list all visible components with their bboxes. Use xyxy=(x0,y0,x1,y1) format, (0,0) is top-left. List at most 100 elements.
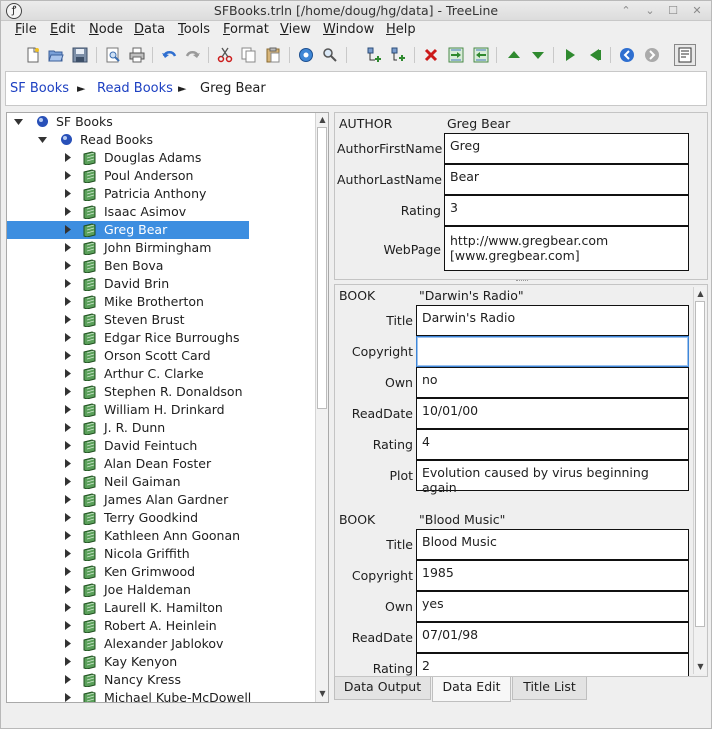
next-sibling-icon[interactable] xyxy=(560,45,580,65)
tree-node-author[interactable]: Arthur C. Clarke xyxy=(7,365,312,383)
expand-arrow-icon[interactable] xyxy=(63,495,72,504)
new-file-icon[interactable] xyxy=(23,45,43,65)
paste-icon[interactable] xyxy=(263,45,283,65)
tree-node-author[interactable]: Isaac Asimov xyxy=(7,203,312,221)
maximize-button[interactable]: ☐ xyxy=(665,3,681,19)
tree-node-author[interactable]: Terry Goodkind xyxy=(7,509,312,527)
print-preview-icon[interactable] xyxy=(103,45,123,65)
scroll-up-arrow-icon[interactable]: ▲ xyxy=(696,289,705,298)
books-scrollbar[interactable]: ▲ ▼ xyxy=(693,287,706,674)
webpage-field[interactable]: http://www.gregbear.com [www.gregbear.co… xyxy=(444,226,689,271)
book-readdate-field[interactable]: 07/01/98 xyxy=(416,622,689,653)
undo-icon[interactable] xyxy=(159,45,179,65)
menu-data[interactable]: Data xyxy=(134,22,165,37)
tree-node-author[interactable]: Ken Grimwood xyxy=(7,563,312,581)
book-readdate-field[interactable]: 10/01/00 xyxy=(416,398,689,429)
book-rating-field[interactable]: 4 xyxy=(416,429,689,460)
book-copyright-field[interactable] xyxy=(416,336,689,367)
settings-icon[interactable] xyxy=(296,45,316,65)
delete-icon[interactable] xyxy=(421,45,441,65)
expand-arrow-icon[interactable] xyxy=(63,621,72,630)
tree-node-author[interactable]: Kathleen Ann Goonan xyxy=(7,527,312,545)
tree-node-author[interactable]: Joe Haldeman xyxy=(7,581,312,599)
tree-node-author[interactable]: Alan Dean Foster xyxy=(7,455,312,473)
tree-node-author[interactable]: Stephen R. Donaldson xyxy=(7,383,312,401)
book-copyright-field[interactable]: 1985 xyxy=(416,560,689,591)
tree-node-author[interactable]: Kay Kenyon xyxy=(7,653,312,671)
forward-icon[interactable] xyxy=(617,45,637,65)
tree-node-author[interactable]: Neil Gaiman xyxy=(7,473,312,491)
move-down-icon[interactable] xyxy=(528,45,548,65)
print-icon[interactable] xyxy=(127,45,147,65)
menu-edit[interactable]: Edit xyxy=(50,22,75,37)
tree-node-author[interactable]: Laurell K. Hamilton xyxy=(7,599,312,617)
menu-tools[interactable]: Tools xyxy=(178,22,210,37)
menu-window[interactable]: Window xyxy=(323,22,374,37)
menu-format[interactable]: Format xyxy=(223,22,269,37)
books-scroll-thumb[interactable] xyxy=(695,301,705,627)
expand-arrow-icon[interactable] xyxy=(63,459,72,468)
expand-arrow-icon[interactable] xyxy=(63,477,72,486)
tree-node-author[interactable]: Michael Kube-McDowell xyxy=(7,689,312,702)
add-child-icon[interactable] xyxy=(365,45,385,65)
expand-arrow-icon[interactable] xyxy=(63,531,72,540)
tree-node-author[interactable]: James Alan Gardner xyxy=(7,491,312,509)
expand-arrow-icon[interactable] xyxy=(63,225,72,234)
expand-arrow-icon[interactable] xyxy=(63,333,72,342)
menu-view[interactable]: View xyxy=(280,22,311,37)
menu-help[interactable]: Help xyxy=(386,22,416,37)
book-title-field[interactable]: Blood Music xyxy=(416,529,689,560)
scroll-up-arrow-icon[interactable]: ▲ xyxy=(318,115,327,124)
authorfirstname-field[interactable]: Greg xyxy=(444,133,689,164)
expand-arrow-icon[interactable] xyxy=(63,639,72,648)
save-icon[interactable] xyxy=(70,45,90,65)
expand-arrow-icon[interactable] xyxy=(63,387,72,396)
back-icon[interactable] xyxy=(642,45,662,65)
unindent-icon[interactable] xyxy=(471,45,491,65)
find-icon[interactable] xyxy=(320,45,340,65)
expand-arrow-icon[interactable] xyxy=(63,315,72,324)
book-own-field[interactable]: no xyxy=(416,367,689,398)
expand-arrow-icon[interactable] xyxy=(63,585,72,594)
tree-node-author[interactable]: Greg Bear xyxy=(7,221,312,239)
tree-node-author[interactable]: William H. Drinkard xyxy=(7,401,312,419)
insert-sibling-icon[interactable] xyxy=(389,45,409,65)
tree-scroll-thumb[interactable] xyxy=(317,127,327,409)
expand-arrow-icon[interactable] xyxy=(63,297,72,306)
show-children-icon[interactable] xyxy=(674,44,696,66)
collapse-arrow-icon[interactable] xyxy=(14,117,23,126)
indent-icon[interactable] xyxy=(446,45,466,65)
expand-arrow-icon[interactable] xyxy=(63,243,72,252)
copy-icon[interactable] xyxy=(239,45,259,65)
breadcrumb-link-read-books[interactable]: Read Books xyxy=(97,81,173,96)
breadcrumb-link-sf-books[interactable]: SF Books xyxy=(10,81,69,96)
expand-arrow-icon[interactable] xyxy=(63,369,72,378)
expand-arrow-icon[interactable] xyxy=(63,441,72,450)
expand-arrow-icon[interactable] xyxy=(63,171,72,180)
tree-node-author[interactable]: Nancy Kress xyxy=(7,671,312,689)
tree-node-author[interactable]: Alexander Jablokov xyxy=(7,635,312,653)
scroll-down-arrow-icon[interactable]: ▼ xyxy=(318,689,327,698)
expand-arrow-icon[interactable] xyxy=(63,207,72,216)
prev-sibling-icon[interactable] xyxy=(585,45,605,65)
menu-file[interactable]: File xyxy=(15,22,37,37)
tree-node-author[interactable]: Patricia Anthony xyxy=(7,185,312,203)
tree-node-author[interactable]: David Brin xyxy=(7,275,312,293)
cut-icon[interactable] xyxy=(215,45,235,65)
book-rating-field[interactable]: 2 xyxy=(416,653,689,676)
expand-arrow-icon[interactable] xyxy=(63,603,72,612)
expand-arrow-icon[interactable] xyxy=(63,279,72,288)
expand-arrow-icon[interactable] xyxy=(63,261,72,270)
tab-data-edit[interactable]: Data Edit xyxy=(432,677,511,702)
open-file-icon[interactable] xyxy=(46,45,66,65)
expand-arrow-icon[interactable] xyxy=(63,405,72,414)
tree-scrollbar[interactable]: ▲ ▼ xyxy=(315,113,328,702)
tree-node-author[interactable]: Nicola Griffith xyxy=(7,545,312,563)
move-up-icon[interactable] xyxy=(504,45,524,65)
menu-node[interactable]: Node xyxy=(89,22,123,37)
author-rating-field[interactable]: 3 xyxy=(444,195,689,226)
tree-node-root[interactable]: SF Books xyxy=(7,113,312,131)
tree-node-author[interactable]: John Birmingham xyxy=(7,239,312,257)
tree-node-author[interactable]: Edgar Rice Burroughs xyxy=(7,329,312,347)
expand-arrow-icon[interactable] xyxy=(63,567,72,576)
